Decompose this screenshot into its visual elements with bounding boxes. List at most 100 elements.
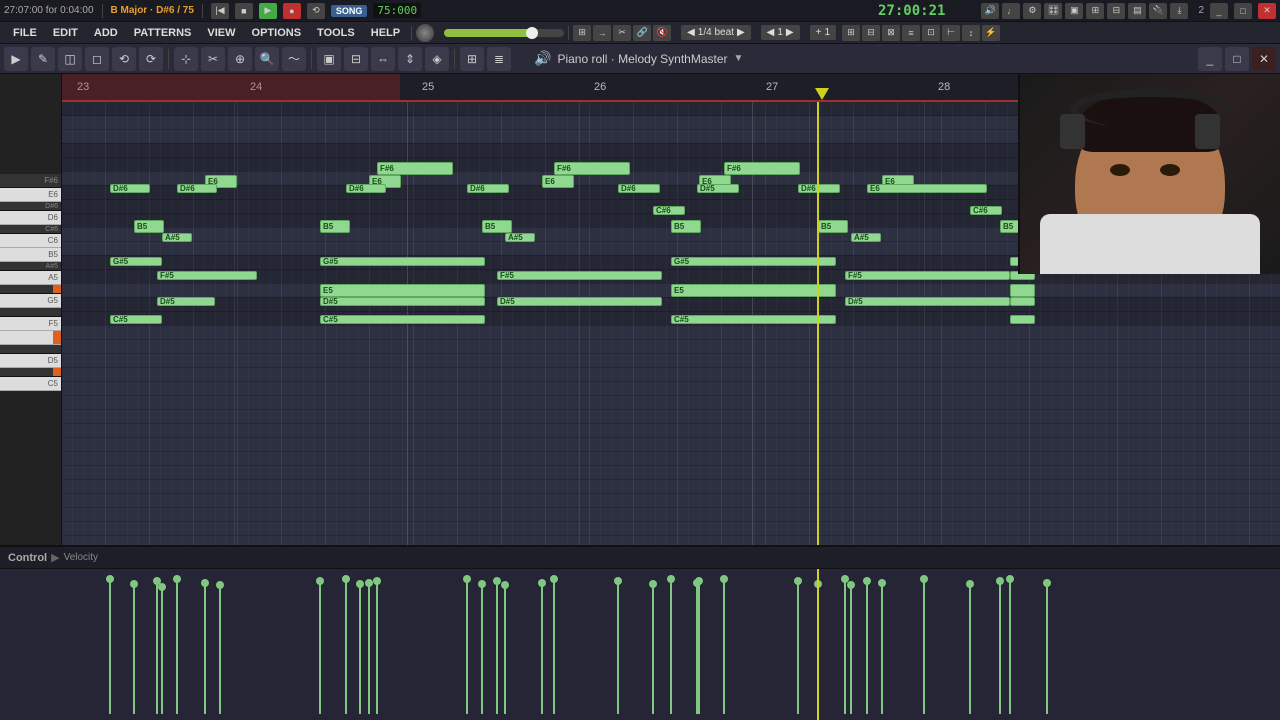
note-grid-container[interactable]: 23 24 25 26 27 28 — [62, 74, 1280, 545]
key-as5[interactable]: A#5 — [0, 262, 61, 271]
note-e5-2[interactable]: E5 — [671, 284, 836, 297]
note-b5-1[interactable]: B5 — [134, 220, 164, 233]
tool-9[interactable]: 🔌 — [1149, 3, 1167, 19]
menu-options[interactable]: OPTIONS — [245, 25, 309, 41]
lim-btn[interactable]: ≡ — [902, 25, 920, 41]
menu-file[interactable]: FILE — [6, 25, 44, 41]
note-e5-1[interactable]: E5 — [320, 284, 485, 297]
key-c6[interactable]: C6 — [0, 234, 61, 248]
note-ds6-6[interactable]: D#5 — [697, 184, 739, 193]
key-e6[interactable]: E6 — [0, 188, 61, 202]
note-stub-5[interactable] — [1010, 315, 1035, 324]
master-vol-knob[interactable] — [416, 24, 434, 42]
key-c5[interactable]: C5 — [0, 377, 61, 391]
stutter-tool[interactable]: ≣ — [487, 47, 511, 71]
key-d5[interactable]: D5 — [0, 354, 61, 368]
note-stub-3[interactable] — [1010, 284, 1035, 297]
snap-btn[interactable]: ⊞ — [573, 25, 591, 41]
note-f6-2[interactable]: F#6 — [554, 162, 630, 175]
note-ds5-2[interactable]: D#5 — [320, 297, 485, 306]
pencil-tool[interactable]: ✎ — [31, 47, 55, 71]
note-f6-1[interactable]: F#6 — [377, 162, 453, 175]
song-btn[interactable]: SONG — [331, 5, 368, 17]
tool-1[interactable]: 🔊 — [981, 3, 999, 19]
note-fs5-2[interactable]: F#5 — [497, 271, 662, 280]
menu-edit[interactable]: EDIT — [46, 25, 85, 41]
tool-2[interactable]: ♩ — [1002, 3, 1020, 19]
note-stub-4[interactable] — [1010, 297, 1035, 306]
volume-knob[interactable] — [526, 27, 538, 39]
note-as5-2[interactable]: A#5 — [505, 233, 535, 242]
key-cs5[interactable] — [0, 368, 61, 377]
redo-tool[interactable]: ⟳ — [139, 47, 163, 71]
tool-7[interactable]: ⊟ — [1107, 3, 1125, 19]
strum-btn[interactable]: ⊢ — [942, 25, 960, 41]
play-tool[interactable]: ▶ — [4, 47, 28, 71]
bpm-display[interactable]: 75:000 — [373, 3, 421, 18]
key-ds6[interactable]: D#6 — [0, 202, 61, 211]
note-ds6-8[interactable]: E6 — [867, 184, 987, 193]
note-ds6-3[interactable]: D#6 — [346, 184, 386, 193]
note-ds6-1[interactable]: D#6 — [110, 184, 150, 193]
arrow-btn[interactable]: → — [593, 25, 611, 41]
rewind-btn[interactable]: |◀ — [211, 3, 229, 19]
menu-patterns[interactable]: PATTERNS — [127, 25, 199, 41]
mute-btn[interactable]: 🔇 — [653, 25, 671, 41]
key-fs5[interactable] — [0, 308, 61, 317]
arp-btn[interactable]: ⊞ — [842, 25, 860, 41]
note-ds6-5[interactable]: D#6 — [618, 184, 660, 193]
note-b5-5[interactable]: B5 — [818, 220, 848, 233]
key-e5[interactable] — [0, 331, 61, 345]
flip-h-tool[interactable]: ⇔ — [371, 47, 395, 71]
key-cs6[interactable]: C#6 — [0, 225, 61, 234]
beat-step[interactable]: + 1 — [810, 25, 836, 40]
tool-3[interactable]: ⚙ — [1023, 3, 1041, 19]
undo-tool[interactable]: ⟲ — [112, 47, 136, 71]
tool-6[interactable]: ⊞ — [1086, 3, 1104, 19]
invert-tool[interactable]: ◈ — [425, 47, 449, 71]
group-tool[interactable]: ▣ — [317, 47, 341, 71]
beat-display[interactable]: ◀ 1/4 beat ▶ — [681, 25, 751, 40]
note-cs5-1[interactable]: C#5 — [110, 315, 162, 324]
flip-btn[interactable]: ↕ — [962, 25, 980, 41]
note-cs5-3[interactable]: C#5 — [671, 315, 836, 324]
loop-btn[interactable]: ⟲ — [307, 3, 325, 19]
key-g5[interactable]: G5 — [0, 294, 61, 308]
menu-tools[interactable]: TOOLS — [310, 25, 362, 41]
pr-close[interactable]: ✕ — [1252, 47, 1276, 71]
tool-8[interactable]: ▤ — [1128, 3, 1146, 19]
note-gs5-1[interactable]: G#5 — [110, 257, 162, 266]
pr-arrow[interactable]: ▼ — [734, 53, 744, 64]
control-content[interactable] — [0, 569, 1280, 720]
chord-btn[interactable]: ⊟ — [862, 25, 880, 41]
close-btn[interactable]: ✕ — [1258, 3, 1276, 19]
key-ds5[interactable] — [0, 345, 61, 354]
note-fs5-1[interactable]: F#5 — [157, 271, 257, 280]
volume-slider[interactable] — [444, 29, 564, 37]
menu-add[interactable]: ADD — [87, 25, 125, 41]
eraser-tool[interactable]: ◻ — [85, 47, 109, 71]
note-e6-3[interactable]: E6 — [542, 175, 574, 188]
note-cs6-1[interactable]: C#6 — [653, 206, 685, 215]
key-b5[interactable]: B5 — [0, 248, 61, 262]
menu-view[interactable]: VIEW — [200, 25, 242, 41]
flip-v-tool[interactable]: ⇕ — [398, 47, 422, 71]
note-gs5-2[interactable]: G#5 — [320, 257, 485, 266]
note-ds5-1[interactable]: D#5 — [157, 297, 215, 306]
glue-btn[interactable]: 🔗 — [633, 25, 651, 41]
note-as5-3[interactable]: A#5 — [851, 233, 881, 242]
minimize-btn[interactable]: _ — [1210, 3, 1228, 19]
maximize-btn[interactable]: □ — [1234, 3, 1252, 19]
note-cs5-2[interactable]: C#5 — [320, 315, 485, 324]
note-b5-3[interactable]: B5 — [482, 220, 512, 233]
pr-minimize[interactable]: _ — [1198, 47, 1222, 71]
select-tool[interactable]: ⊹ — [174, 47, 198, 71]
tool-5[interactable]: ▣ — [1065, 3, 1083, 19]
rand-btn[interactable]: ⚡ — [982, 25, 1000, 41]
note-ds6-2[interactable]: D#6 — [177, 184, 217, 193]
select2-tool[interactable]: ⊟ — [344, 47, 368, 71]
beat-value[interactable]: ◀ 1 ▶ — [761, 25, 800, 40]
key-gs5[interactable] — [0, 285, 61, 294]
note-ds6-7[interactable]: D#6 — [798, 184, 840, 193]
chop-tool[interactable]: ⊞ — [460, 47, 484, 71]
